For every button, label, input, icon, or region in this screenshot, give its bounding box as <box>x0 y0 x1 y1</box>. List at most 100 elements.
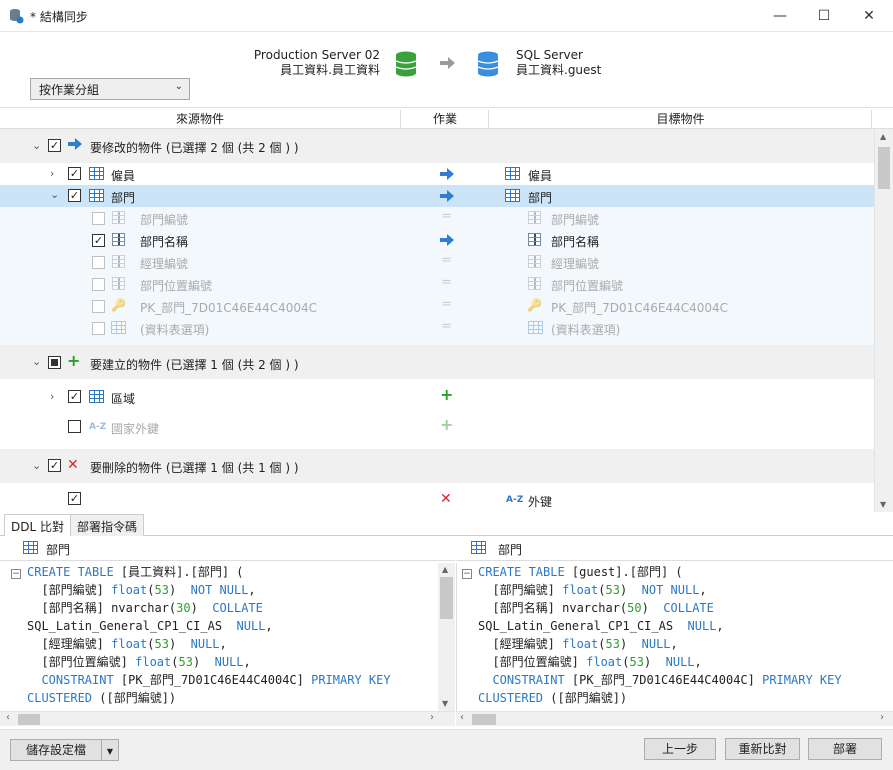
row-checkbox[interactable] <box>92 212 105 225</box>
close-button[interactable]: ✕ <box>847 0 891 32</box>
window-title: * 結構同步 <box>30 10 88 24</box>
table-icon <box>89 167 104 180</box>
row-checkbox[interactable] <box>68 420 81 433</box>
tree-row-dept[interactable]: ⌄ ✓ 部門 部門 <box>0 185 874 207</box>
scroll-thumb[interactable] <box>472 714 496 725</box>
tree-scrollbar[interactable]: ▲ ▼ <box>874 129 893 512</box>
target-object-name: 經理編號 <box>551 257 600 271</box>
scroll-right-icon[interactable]: › <box>430 712 434 723</box>
fold-icon[interactable]: − <box>11 569 21 579</box>
collapse-icon[interactable]: ⌄ <box>50 188 59 201</box>
scroll-left-icon[interactable]: ‹ <box>6 712 10 723</box>
collapse-icon[interactable]: ⌄ <box>32 355 41 368</box>
scroll-up-icon[interactable]: ▲ <box>880 132 886 141</box>
chevron-down-icon: ⌄ <box>174 81 183 92</box>
scroll-thumb[interactable] <box>440 577 453 619</box>
ddl-left-hscroll[interactable]: ‹ › <box>0 711 455 726</box>
col-target[interactable]: 目標物件 <box>490 110 872 128</box>
column-icon <box>528 277 541 290</box>
tree-row-column[interactable]: ✓ 部門名稱 部門名稱 <box>0 229 874 251</box>
group-modify[interactable]: ⌄ ✓ 要修改的物件 (已選擇 2 個 (共 2 個 ) ) <box>0 129 874 163</box>
deploy-button[interactable]: 部署 <box>808 738 882 760</box>
table-icon <box>23 541 38 554</box>
source-server: Production Server 02 <box>253 48 380 62</box>
ddl-right-text: CREATE TABLE [guest].[部門] ( [部門編號] float… <box>478 565 842 705</box>
maximize-button[interactable]: ☐ <box>802 0 846 32</box>
row-checkbox[interactable]: ✓ <box>68 189 81 202</box>
row-checkbox[interactable] <box>92 278 105 291</box>
tab-ddl-compare[interactable]: DDL 比對 <box>4 514 71 536</box>
tree-row-delete-fk[interactable]: ✓ ✕ A-Z 外键 <box>0 489 874 511</box>
ddl-right-code[interactable]: − CREATE TABLE [guest].[部門] ( [部門編號] flo… <box>456 563 893 711</box>
column-icon <box>112 277 125 290</box>
group-create[interactable]: ⌄ + 要建立的物件 (已選擇 1 個 (共 2 個 ) ) <box>0 345 874 379</box>
previous-button[interactable]: 上一步 <box>644 738 716 760</box>
scroll-up-icon[interactable]: ▲ <box>442 565 448 574</box>
col-source[interactable]: 來源物件 <box>0 110 401 128</box>
fold-icon[interactable]: − <box>462 569 472 579</box>
row-checkbox[interactable]: ✓ <box>68 492 81 505</box>
source-object-name: (資料表選項) <box>140 323 210 337</box>
target-database-icon <box>477 51 499 80</box>
row-checkbox[interactable] <box>92 300 105 313</box>
group-modify-checkbox[interactable]: ✓ <box>48 139 61 152</box>
tree-row-fk[interactable]: A-Z 國家外鍵 + <box>0 415 874 438</box>
group-create-checkbox[interactable] <box>48 356 61 369</box>
expand-icon[interactable]: › <box>50 167 54 180</box>
scroll-thumb[interactable] <box>18 714 40 725</box>
scroll-down-icon[interactable]: ▼ <box>880 500 886 509</box>
tree-row-column[interactable]: 經理編號 = 經理編號 <box>0 251 874 273</box>
scroll-down-icon[interactable]: ▼ <box>442 699 448 708</box>
save-profile-dropdown[interactable]: ▼ <box>101 739 119 761</box>
column-icon <box>112 211 125 224</box>
expand-icon[interactable]: › <box>50 390 54 403</box>
key-icon: 🔑 <box>111 298 126 312</box>
scroll-right-icon[interactable]: › <box>880 712 884 723</box>
tab-deploy-script[interactable]: 部署指令碼 <box>70 514 145 536</box>
minimize-button[interactable]: — <box>758 0 802 32</box>
column-icon <box>528 233 541 246</box>
plus-icon: + <box>67 351 81 370</box>
equal-icon: = <box>441 209 452 224</box>
column-icon <box>112 233 125 246</box>
recompare-button[interactable]: 重新比對 <box>725 738 800 760</box>
tree-row-region[interactable]: › ✓ 區域 + <box>0 385 874 408</box>
target-object-name: PK_部門_7D01C46E44C4004C <box>551 301 729 315</box>
row-checkbox[interactable] <box>92 256 105 269</box>
tree-row-employee[interactable]: › ✓ 僱員 僱員 <box>0 163 874 185</box>
column-icon <box>528 211 541 224</box>
row-checkbox[interactable]: ✓ <box>68 167 81 180</box>
row-checkbox[interactable] <box>92 322 105 335</box>
row-checkbox[interactable]: ✓ <box>92 234 105 247</box>
source-object-name: 經理編號 <box>140 257 189 271</box>
bottom-tabs: DDL 比對 部署指令碼 <box>0 514 893 536</box>
target-info: SQL Server 員工資料.guest <box>516 48 601 78</box>
table-icon <box>505 167 520 180</box>
tree-row-table-options[interactable]: (資料表選項) = (資料表選項) <box>0 317 874 339</box>
scroll-thumb[interactable] <box>878 147 890 189</box>
ddl-left-code[interactable]: − CREATE TABLE [員工資料].[部門] ( [部門編號] floa… <box>0 563 438 711</box>
key-icon: 🔑 <box>527 298 542 312</box>
target-object-name: 部門名稱 <box>551 235 600 249</box>
ddl-left-header: 部門 <box>0 537 455 561</box>
tree-row-column[interactable]: 部門位置編號 = 部門位置編號 <box>0 273 874 295</box>
comparison-header: Production Server 02 員工資料.員工資料 SQL Serve… <box>0 32 893 106</box>
scroll-left-icon[interactable]: ‹ <box>460 712 464 723</box>
ddl-right-hscroll[interactable]: ‹ › <box>456 711 893 726</box>
group-delete-checkbox[interactable]: ✓ <box>48 459 61 472</box>
collapse-icon[interactable]: ⌄ <box>32 459 41 472</box>
az-icon: A-Z <box>506 495 524 505</box>
group-by-select[interactable]: 按作業分組 ⌄ <box>30 78 190 100</box>
ddl-left-vscroll[interactable]: ▲ ▼ <box>438 563 455 711</box>
ddl-right-header: 部門 <box>456 537 893 561</box>
save-profile-button[interactable]: 儲存設定檔 <box>10 739 102 761</box>
tree-row-key[interactable]: 🔑 PK_部門_7D01C46E44C4004C = 🔑 PK_部門_7D01C… <box>0 295 874 317</box>
collapse-icon[interactable]: ⌄ <box>32 139 41 152</box>
row-checkbox[interactable]: ✓ <box>68 390 81 403</box>
table-icon <box>89 390 104 403</box>
col-action[interactable]: 作業 <box>402 110 489 128</box>
group-delete[interactable]: ⌄ ✓ ✕ 要刪除的物件 (已選擇 1 個 (共 1 個 ) ) <box>0 449 874 483</box>
group-by-value: 按作業分組 <box>39 83 100 97</box>
tree-row-column[interactable]: 部門編號 = 部門編號 <box>0 207 874 229</box>
title-bar: * 結構同步 — ☐ ✕ <box>0 0 893 32</box>
